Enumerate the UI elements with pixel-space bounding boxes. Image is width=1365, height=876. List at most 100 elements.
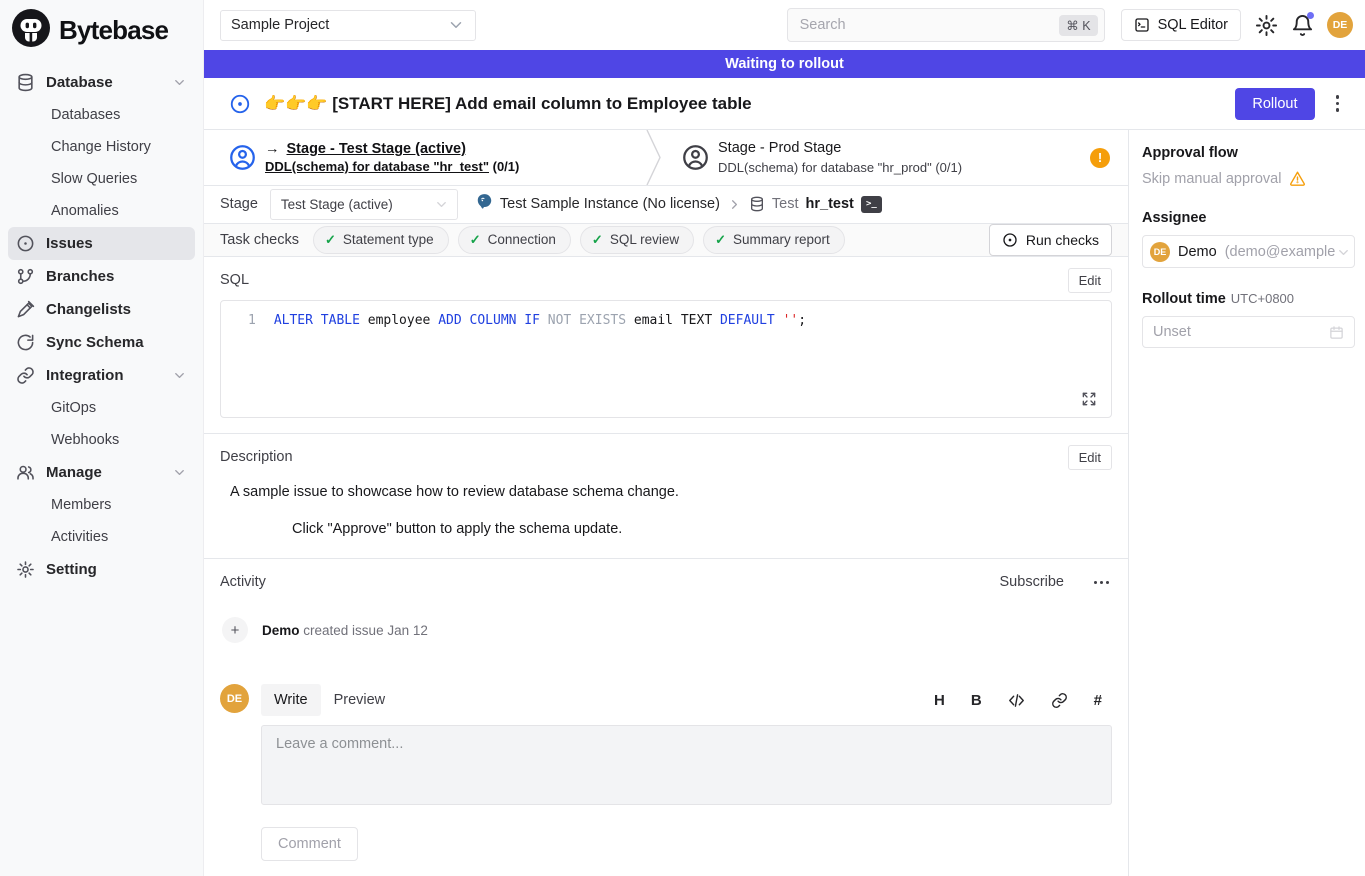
check-sql-review[interactable]: ✓ SQL review [580,226,694,254]
sidebar-item-branches[interactable]: Branches [8,260,195,293]
stage-task-count: (0/1) [493,159,520,174]
circle-dot-icon [1002,232,1018,248]
stage-card-prod[interactable]: Stage - Prod Stage DDL(schema) for datab… [670,130,1128,185]
database-icon [16,73,35,92]
rollout-time-title: Rollout timeUTC+0800 [1142,291,1355,307]
brand-name: Bytebase [59,15,168,46]
bytebase-logo-icon [12,9,50,52]
activity-more-icon[interactable] [1090,577,1112,588]
activity-section: Activity Subscribe + Demo created issue … [204,558,1128,876]
sidebar-item-issues[interactable]: Issues [8,227,195,260]
chevron-down-icon [447,16,465,34]
main-area: Sample Project ⌘ K SQL Editor DE [204,0,1365,876]
warning-triangle-icon[interactable] [1289,170,1306,187]
git-branch-icon [16,267,35,286]
stage-card-test[interactable]: → Stage - Test Stage (active) DDL(schema)… [204,130,646,185]
sql-editor-button[interactable]: SQL Editor [1121,9,1241,41]
approval-flow-title: Approval flow [1142,145,1355,161]
gear-icon [16,560,35,579]
sidebar-item-slow-queries[interactable]: Slow Queries [8,163,195,195]
task-checks-bar: Task checks ✓ Statement type ✓ Connectio… [204,224,1128,257]
project-select[interactable]: Sample Project [220,10,476,41]
sidebar-item-setting[interactable]: Setting [8,553,195,586]
search-box[interactable]: ⌘ K [787,8,1105,42]
sql-statement: ALTER TABLE employee ADD COLUMN IF NOT E… [274,312,806,330]
link-icon[interactable] [1051,692,1068,709]
more-options-icon[interactable] [1332,90,1344,117]
assignee-title: Assignee [1142,210,1355,226]
attention-icon: ! [1090,148,1110,168]
notification-dot [1307,12,1314,19]
comment-button[interactable]: Comment [261,827,358,861]
database-icon [749,196,765,212]
check-connection[interactable]: ✓ Connection [458,226,571,254]
line-number: 1 [248,312,256,330]
sidebar-item-databases[interactable]: Databases [8,99,195,131]
check-pass-icon: ✓ [715,232,726,248]
sidebar-item-sync-schema[interactable]: Sync Schema [8,326,195,359]
description-text: Click "Approve" button to apply the sche… [292,521,1112,537]
heading-button[interactable]: H [934,692,945,709]
chevron-down-icon [1336,245,1351,260]
current-stage-arrow: → [265,141,280,157]
bold-button[interactable]: B [971,692,982,709]
rollout-time-input[interactable]: Unset [1142,316,1355,348]
rollout-button[interactable]: Rollout [1235,88,1314,120]
sql-code-block[interactable]: 1 ALTER TABLE employee ADD COLUMN IF NOT… [220,300,1112,418]
sidebar-item-activities[interactable]: Activities [8,521,195,553]
tab-write[interactable]: Write [261,684,321,716]
comment-textarea[interactable] [261,725,1112,805]
search-input[interactable] [798,16,1060,34]
chevron-down-icon [434,197,449,212]
approval-flow-value: Skip manual approval [1142,171,1281,187]
assignee-avatar: DE [1150,242,1170,262]
sql-edit-button[interactable]: Edit [1068,268,1112,293]
sidebar-item-changelists[interactable]: Changelists [8,293,195,326]
assignee-select[interactable]: DE Demo (demo@example [1142,235,1355,268]
brand-logo[interactable]: Bytebase [0,0,203,60]
sidebar-item-gitops[interactable]: GitOps [8,392,195,424]
open-sql-editor-icon[interactable]: >_ [861,196,882,213]
check-summary-report[interactable]: ✓ Summary report [703,226,845,254]
sync-icon [16,333,35,352]
description-edit-button[interactable]: Edit [1068,445,1112,470]
sidebar-item-integration[interactable]: Integration [8,359,195,392]
instance-link[interactable]: Test Sample Instance (No license) [500,196,720,212]
sidebar-item-webhooks[interactable]: Webhooks [8,424,195,456]
run-checks-button[interactable]: Run checks [989,224,1112,256]
sidebar-item-database[interactable]: Database [8,66,195,99]
sidebar-item-change-history[interactable]: Change History [8,131,195,163]
plus-icon: + [222,617,248,643]
settings-gear-icon[interactable] [1255,14,1278,37]
chevron-right-icon [727,197,742,212]
circle-user-icon [682,144,709,171]
stage-select[interactable]: Test Stage (active) [270,189,458,220]
expand-icon[interactable] [1081,391,1097,407]
sidebar-item-members[interactable]: Members [8,489,195,521]
tab-preview[interactable]: Preview [321,684,399,716]
user-avatar: DE [220,684,249,713]
users-icon [16,463,35,482]
entry-action: created issue Jan 12 [303,623,428,638]
hash-button[interactable]: # [1094,692,1102,709]
search-shortcut-badge: ⌘ K [1059,15,1097,36]
stage-task-link[interactable]: DDL(schema) for database "hr_test" [265,159,489,174]
stage-title-link[interactable]: Stage - Test Stage (active) [287,141,466,157]
check-pass-icon: ✓ [592,232,603,248]
code-icon[interactable] [1008,692,1025,709]
environment-label: Test [772,196,799,212]
markdown-toolbar: H B # [934,692,1112,709]
notifications-bell-icon[interactable] [1291,14,1314,37]
issue-body: → Stage - Test Stage (active) DDL(schema)… [204,130,1128,876]
description-heading: Description [220,449,293,465]
check-statement-type[interactable]: ✓ Statement type [313,226,449,254]
status-banner: Waiting to rollout [204,50,1365,78]
entry-actor[interactable]: Demo [262,623,300,638]
sidebar-item-anomalies[interactable]: Anomalies [8,195,195,227]
subscribe-button[interactable]: Subscribe [994,573,1070,591]
stage-separator-chevron [646,130,662,185]
description-section: Description Edit A sample issue to showc… [204,433,1128,558]
database-link[interactable]: hr_test [806,196,854,212]
sidebar-item-manage[interactable]: Manage [8,456,195,489]
user-avatar[interactable]: DE [1327,12,1353,38]
